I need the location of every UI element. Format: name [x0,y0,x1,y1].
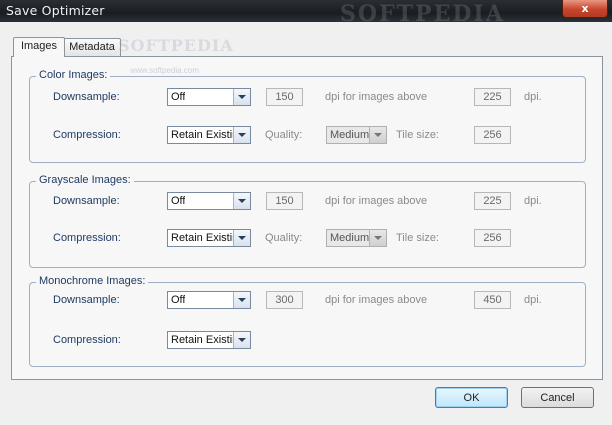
color-quality-value: Medium [330,129,370,141]
color-tile-field[interactable]: 256 [474,126,511,144]
grayscale-above-field[interactable]: 225 [474,192,511,210]
grayscale-quality-label: Quality: [265,232,303,244]
window-title: Save Optimizer [6,3,105,18]
chevron-down-icon[interactable] [369,230,386,246]
tab-metadata[interactable]: Metadata [63,38,121,56]
color-compression-value: Retain Existin [171,129,235,141]
color-quality-label: Quality: [265,129,303,141]
color-downsample-value: Off [171,91,186,103]
monochrome-compression-value: Retain Existin [171,334,235,346]
chevron-down-icon[interactable] [233,127,250,143]
tab-images-label: Images [20,40,58,52]
color-images-title: Color Images: [36,69,111,81]
grayscale-compression-select[interactable]: Retain Existin [167,229,251,247]
grayscale-dpi-field[interactable]: 150 [266,192,303,210]
tab-images[interactable]: Images [13,37,65,57]
monochrome-compression-select[interactable]: Retain Existin [167,331,251,349]
watermark-url: www.softpedia.com [130,66,199,75]
title-bar: SOFTPEDIA Save Optimizer x [0,0,612,27]
tab-metadata-label: Metadata [69,41,115,53]
chevron-down-icon[interactable] [233,193,250,209]
color-downsample-select[interactable]: Off [167,88,251,106]
monochrome-downsample-select[interactable]: Off [167,291,251,309]
chevron-down-icon[interactable] [233,89,250,105]
chevron-down-icon[interactable] [233,230,250,246]
chevron-down-icon[interactable] [369,127,386,143]
watermark-overlay: SOFTPEDIA [118,36,234,55]
monochrome-dpi-label: dpi for images above [325,294,428,306]
close-button[interactable]: x [562,0,608,18]
monochrome-downsample-label: Downsample: [53,294,120,306]
grayscale-quality-select[interactable]: Medium [326,229,387,247]
color-dpi-unit: dpi. [524,91,542,103]
color-dpi-label: dpi for images above [325,91,428,103]
color-dpi-field[interactable]: 150 [266,88,303,106]
grayscale-tile-label: Tile size: [396,232,439,244]
grayscale-downsample-select[interactable]: Off [167,192,251,210]
monochrome-images-title: Monochrome Images: [36,275,149,287]
watermark: SOFTPEDIA [340,1,505,27]
grayscale-compression-label: Compression: [53,232,121,244]
close-icon: x [581,2,589,15]
monochrome-compression-label: Compression: [53,334,121,346]
color-above-field[interactable]: 225 [474,88,511,106]
monochrome-downsample-value: Off [171,294,186,306]
grayscale-dpi-label: dpi for images above [325,195,428,207]
monochrome-dpi-unit: dpi. [524,294,542,306]
cancel-button[interactable]: Cancel [521,387,594,408]
monochrome-dpi-field[interactable]: 300 [266,291,303,309]
grayscale-quality-value: Medium [330,232,370,244]
color-quality-select[interactable]: Medium [326,126,387,144]
chevron-down-icon[interactable] [233,292,250,308]
grayscale-compression-value: Retain Existin [171,232,235,244]
grayscale-downsample-label: Downsample: [53,195,120,207]
grayscale-tile-field[interactable]: 256 [474,229,511,247]
grayscale-images-title: Grayscale Images: [36,174,134,186]
grayscale-downsample-value: Off [171,195,186,207]
monochrome-above-field[interactable]: 450 [474,291,511,309]
color-downsample-label: Downsample: [53,91,120,103]
chevron-down-icon[interactable] [233,332,250,348]
color-compression-label: Compression: [53,129,121,141]
grayscale-dpi-unit: dpi. [524,195,542,207]
ok-button[interactable]: OK [435,387,508,408]
color-tile-label: Tile size: [396,129,439,141]
color-compression-select[interactable]: Retain Existin [167,126,251,144]
